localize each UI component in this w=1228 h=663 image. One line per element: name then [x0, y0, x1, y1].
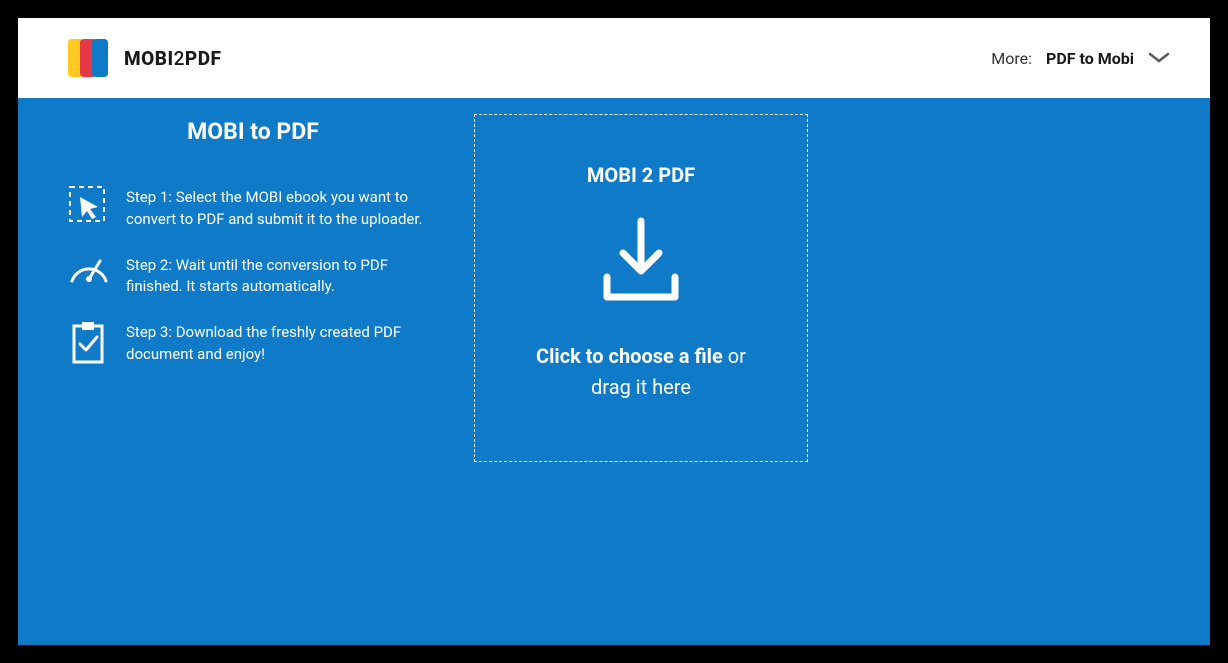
gauge-icon	[68, 253, 110, 287]
download-icon	[593, 215, 689, 307]
step-2: Step 2: Wait until the conversion to PDF…	[68, 253, 448, 299]
step-1: Step 1: Select the MOBI ebook you want t…	[68, 185, 448, 231]
header-right: More: PDF to Mobi	[991, 49, 1170, 68]
logo-area[interactable]: MOBI2PDF	[66, 39, 221, 77]
instructions-panel: MOBI to PDF Step 1: Select the MOBI eboo…	[18, 118, 458, 645]
step-2-text: Step 2: Wait until the conversion to PDF…	[126, 253, 448, 299]
logo-text: MOBI2PDF	[124, 47, 221, 70]
cursor-select-icon	[68, 185, 110, 227]
header: MOBI2PDF More: PDF to Mobi	[18, 18, 1210, 98]
chevron-down-icon[interactable]	[1148, 52, 1170, 64]
main-area: MOBI to PDF Step 1: Select the MOBI eboo…	[18, 98, 1210, 645]
more-link[interactable]: PDF to Mobi	[1046, 49, 1134, 68]
more-label: More:	[991, 49, 1032, 68]
step-3: Step 3: Download the freshly created PDF…	[68, 320, 448, 366]
dropzone-title: MOBI 2 PDF	[587, 163, 695, 187]
dropzone-text: Click to choose a file or drag it here	[510, 341, 772, 403]
logo-icon	[66, 39, 114, 77]
page-title: MOBI to PDF	[58, 118, 448, 145]
file-dropzone[interactable]: MOBI 2 PDF Click to choose a file or dra…	[474, 114, 808, 462]
step-1-text: Step 1: Select the MOBI ebook you want t…	[126, 185, 448, 231]
step-3-text: Step 3: Download the freshly created PDF…	[126, 320, 448, 366]
clipboard-check-icon	[68, 320, 110, 366]
